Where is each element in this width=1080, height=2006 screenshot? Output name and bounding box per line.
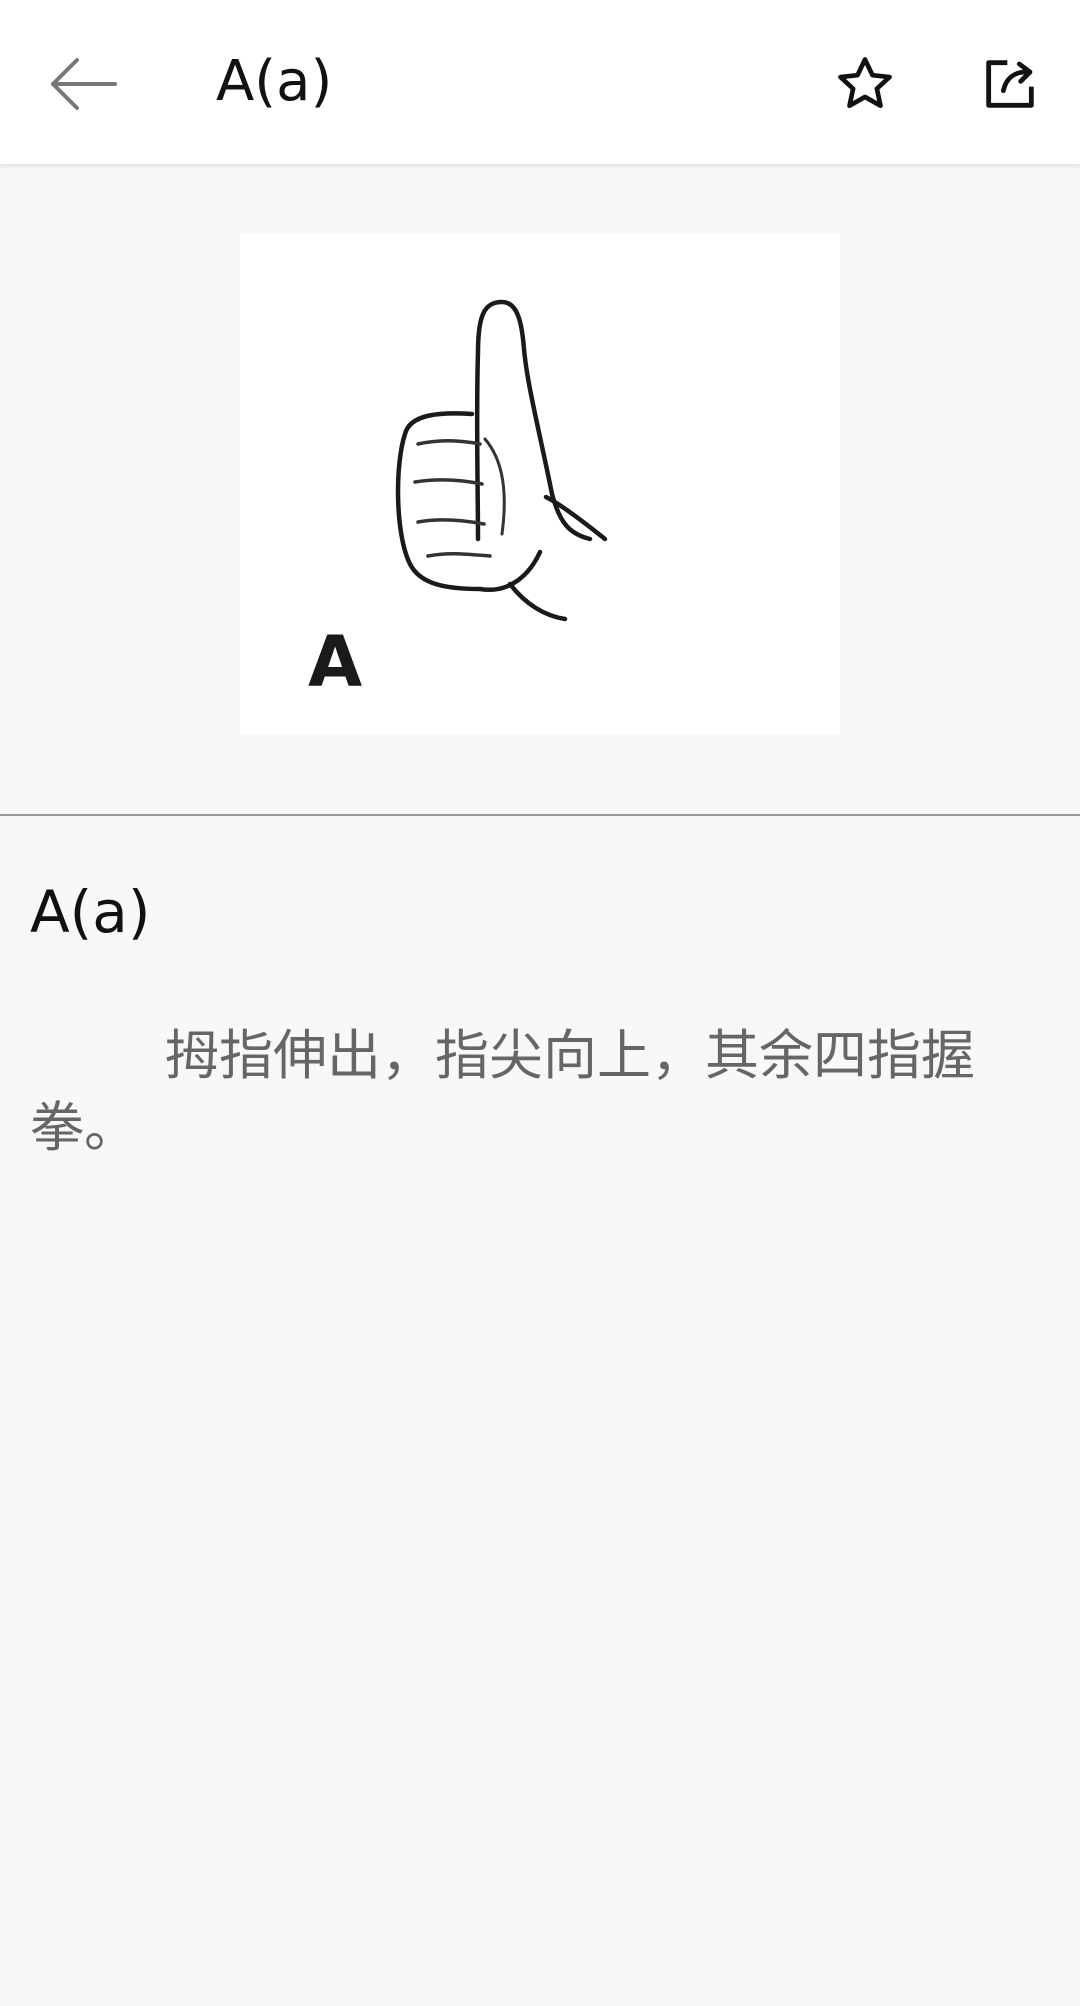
share-icon	[986, 60, 1034, 108]
sign-letter-label: A	[308, 621, 362, 703]
sign-description: 拇指伸出，指尖向上，其余四指握拳。	[30, 1024, 975, 1159]
app-root: A(a) A A(a) 拇指伸出，指尖向上，其余四指握拳。	[0, 0, 1080, 2006]
share-button[interactable]	[960, 34, 1060, 134]
app-bar: A(a)	[0, 0, 1080, 164]
thumbs-up-hand-illustration: A	[308, 299, 608, 703]
back-button[interactable]	[34, 34, 134, 134]
sign-image-area: A	[0, 164, 1080, 814]
favorite-button[interactable]	[815, 34, 915, 134]
section-divider	[0, 814, 1080, 816]
star-icon	[838, 57, 892, 109]
sign-title: A(a)	[30, 878, 151, 946]
page-title: A(a)	[216, 49, 333, 114]
hand-sign-image: A	[240, 234, 840, 734]
back-arrow-icon	[51, 58, 117, 110]
